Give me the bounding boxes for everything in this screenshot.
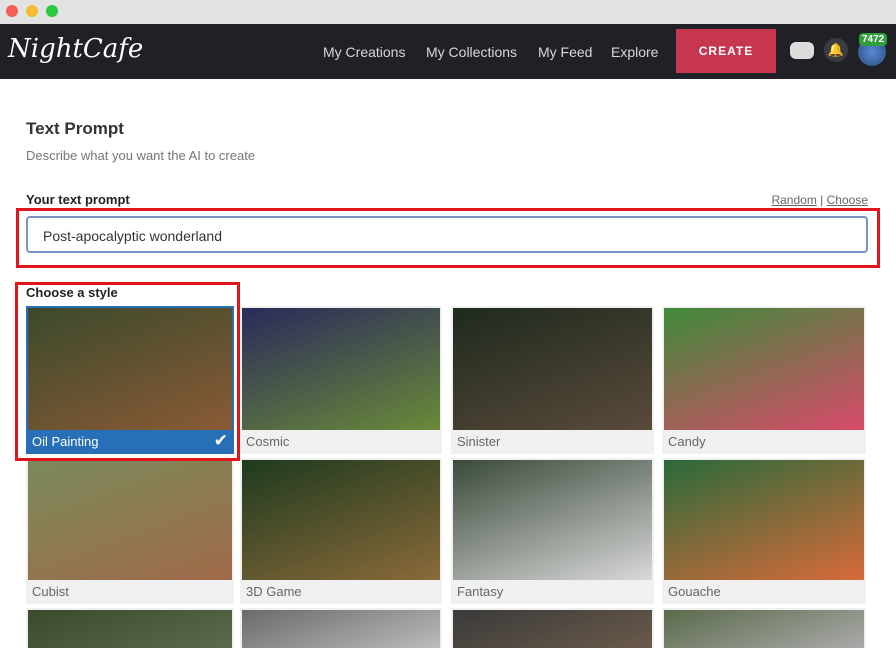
nav-my-creations[interactable]: My Creations	[323, 44, 405, 60]
bell-icon[interactable]: 🔔	[824, 38, 848, 62]
style-thumbnail	[242, 610, 440, 648]
prompt-links: Random | Choose	[771, 193, 868, 207]
style-name: Sinister	[457, 434, 501, 449]
style-tile[interactable]	[662, 608, 866, 648]
nightcafe-logo[interactable]: NightCafe	[8, 34, 143, 64]
style-tile[interactable]	[26, 608, 234, 648]
style-tile[interactable]	[451, 608, 654, 648]
style-tile[interactable]	[240, 608, 442, 648]
nav-my-feed[interactable]: My Feed	[538, 44, 592, 60]
style-tile[interactable]: Gouache	[662, 458, 866, 604]
maximize-window-button[interactable]	[46, 5, 58, 17]
style-name: Gouache	[668, 584, 721, 599]
highlight-box	[15, 282, 240, 461]
discord-icon[interactable]	[790, 42, 814, 59]
style-name: Candy	[668, 434, 706, 449]
style-tile[interactable]: Sinister	[451, 306, 654, 454]
style-thumbnail	[28, 610, 232, 648]
style-name: Cubist	[32, 584, 69, 599]
top-nav: NightCafe My Creations My Collections My…	[0, 24, 896, 79]
style-thumbnail	[242, 308, 440, 430]
minimize-window-button[interactable]	[26, 5, 38, 17]
prompt-label: Your text prompt	[26, 192, 130, 207]
nav-explore[interactable]: Explore	[611, 44, 658, 60]
style-thumbnail	[453, 460, 652, 580]
close-window-button[interactable]	[6, 5, 18, 17]
style-name: Fantasy	[457, 584, 504, 599]
style-tile[interactable]: 3D Game	[240, 458, 442, 604]
create-button[interactable]: CREATE	[676, 29, 776, 73]
style-thumbnail	[453, 308, 652, 430]
nav-my-collections[interactable]: My Collections	[426, 44, 517, 60]
credits-badge: 7472	[859, 33, 888, 46]
style-thumbnail	[242, 460, 440, 580]
style-thumbnail	[664, 308, 864, 430]
random-link[interactable]: Random	[771, 193, 816, 207]
style-thumbnail	[664, 610, 864, 648]
window-titlebar	[0, 0, 896, 24]
section-subtitle: Describe what you want the AI to create	[26, 148, 256, 163]
style-tile[interactable]: Cubist	[26, 458, 234, 604]
style-name: 3D Game	[246, 584, 302, 599]
style-thumbnail	[28, 460, 232, 580]
section-title: Text Prompt	[26, 119, 124, 138]
highlight-box	[16, 208, 880, 268]
choose-link[interactable]: Choose	[827, 193, 868, 207]
style-tile[interactable]: Fantasy	[451, 458, 654, 604]
style-thumbnail	[453, 610, 652, 648]
style-tile[interactable]: Candy	[662, 306, 866, 454]
link-separator: |	[816, 193, 827, 207]
style-tile[interactable]: Cosmic	[240, 306, 442, 454]
style-thumbnail	[664, 460, 864, 580]
style-name: Cosmic	[246, 434, 290, 449]
